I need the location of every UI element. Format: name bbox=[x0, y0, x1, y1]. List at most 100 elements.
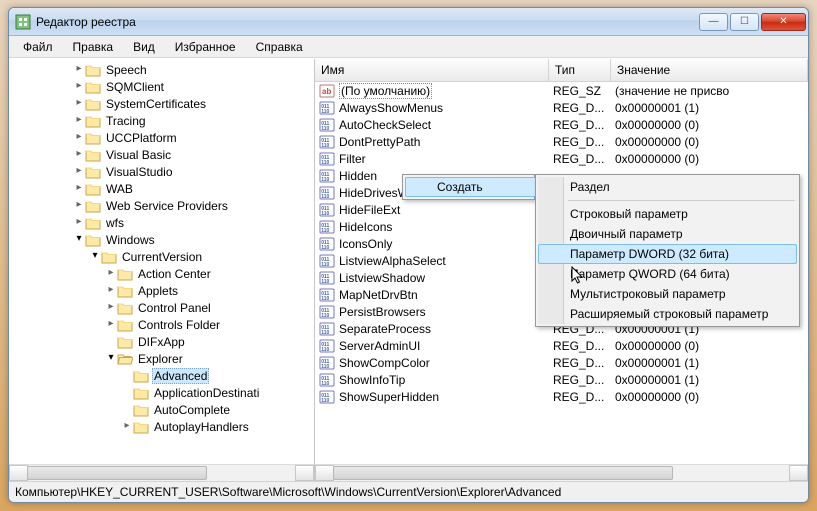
tree-item-label: UCCPlatform bbox=[104, 131, 179, 145]
folder-icon bbox=[133, 420, 149, 434]
tree-item[interactable]: ▸ UCCPlatform bbox=[9, 129, 314, 146]
value-row[interactable]: AutoCheckSelectREG_D...0x00000000 (0) bbox=[315, 116, 808, 133]
submenu-item-string[interactable]: Строковый параметр bbox=[538, 204, 797, 224]
tree-item-label: AutoComplete bbox=[152, 403, 232, 417]
value-name: ListviewAlphaSelect bbox=[339, 254, 446, 268]
column-name[interactable]: Имя bbox=[315, 59, 549, 81]
value-type: REG_D... bbox=[549, 339, 611, 353]
tree-item[interactable]: AutoComplete bbox=[9, 401, 314, 418]
twisty-open-icon[interactable]: ▾ bbox=[105, 352, 117, 363]
submenu-item-expandstring[interactable]: Расширяемый строковый параметр bbox=[538, 304, 797, 324]
value-row[interactable]: ServerAdminUIREG_D...0x00000000 (0) bbox=[315, 337, 808, 354]
folder-icon bbox=[101, 250, 117, 264]
tree-item[interactable]: ▸wfs bbox=[9, 214, 314, 231]
twisty-closed-icon[interactable]: ▸ bbox=[105, 284, 117, 295]
value-row[interactable]: ShowCompColorREG_D...0x00000001 (1) bbox=[315, 354, 808, 371]
submenu-item-qword[interactable]: Параметр QWORD (64 бита) bbox=[538, 264, 797, 284]
value-row[interactable]: AlwaysShowMenusREG_D...0x00000001 (1) bbox=[315, 99, 808, 116]
tree-item[interactable]: ▸Action Center bbox=[9, 265, 314, 282]
submenu-item-key[interactable]: Раздел bbox=[538, 177, 797, 197]
twisty-open-icon[interactable]: ▾ bbox=[73, 233, 85, 244]
value-data: 0x00000000 (0) bbox=[611, 118, 808, 132]
submenu-item-dword[interactable]: Параметр DWORD (32 бита) bbox=[538, 244, 797, 264]
menu-view[interactable]: Вид bbox=[123, 37, 165, 57]
twisty-closed-icon[interactable]: ▸ bbox=[73, 80, 85, 91]
value-type: REG_D... bbox=[549, 390, 611, 404]
value-data: 0x00000001 (1) bbox=[611, 373, 808, 387]
menu-help[interactable]: Справка bbox=[246, 37, 313, 57]
menu-favorites[interactable]: Избранное bbox=[165, 37, 246, 57]
tree-item[interactable]: ▸Controls Folder bbox=[9, 316, 314, 333]
twisty-closed-icon[interactable]: ▸ bbox=[73, 63, 85, 74]
value-row[interactable]: DontPrettyPathREG_D...0x00000000 (0) bbox=[315, 133, 808, 150]
value-binary-icon bbox=[319, 321, 335, 337]
twisty-closed-icon[interactable]: ▸ bbox=[105, 267, 117, 278]
submenu-item-binary[interactable]: Двоичный параметр bbox=[538, 224, 797, 244]
tree-item[interactable]: ▸SystemCertificates bbox=[9, 95, 314, 112]
tree-item[interactable]: ▸AutoplayHandlers bbox=[9, 418, 314, 435]
value-binary-icon bbox=[319, 355, 335, 371]
value-row[interactable]: FilterREG_D...0x00000000 (0) bbox=[315, 150, 808, 167]
twisty-closed-icon[interactable]: ▸ bbox=[105, 318, 117, 329]
value-row[interactable]: ShowInfoTipREG_D...0x00000001 (1) bbox=[315, 371, 808, 388]
menu-file[interactable]: Файл bbox=[13, 37, 63, 57]
titlebar[interactable]: Редактор реестра ― ☐ ✕ bbox=[9, 8, 808, 36]
tree-item[interactable]: ▸Web Service Providers bbox=[9, 197, 314, 214]
twisty-closed-icon[interactable]: ▸ bbox=[73, 165, 85, 176]
tree-item[interactable]: ▾Explorer bbox=[9, 350, 314, 367]
value-string-icon bbox=[319, 83, 335, 99]
column-type[interactable]: Тип bbox=[549, 59, 611, 81]
tree-item[interactable]: ▾CurrentVersion bbox=[9, 248, 314, 265]
twisty-closed-icon[interactable]: ▸ bbox=[105, 301, 117, 312]
submenu-label: Строковый параметр bbox=[570, 207, 688, 221]
tree-item-label: Advanced bbox=[152, 368, 209, 384]
twisty-closed-icon[interactable]: ▸ bbox=[73, 97, 85, 108]
twisty-closed-icon[interactable]: ▸ bbox=[73, 131, 85, 142]
close-button[interactable]: ✕ bbox=[761, 13, 806, 31]
menu-edit[interactable]: Правка bbox=[63, 37, 124, 57]
tree-item[interactable]: ▸WAB bbox=[9, 180, 314, 197]
value-row[interactable]: (По умолчанию)REG_SZ(значение не присво bbox=[315, 82, 808, 99]
twisty-closed-icon[interactable]: ▸ bbox=[121, 420, 133, 431]
twisty-closed-icon[interactable]: ▸ bbox=[73, 148, 85, 159]
value-data: 0x00000000 (0) bbox=[611, 390, 808, 404]
value-type: REG_D... bbox=[549, 135, 611, 149]
minimize-button[interactable]: ― bbox=[699, 13, 728, 31]
list-header: Имя Тип Значение bbox=[315, 59, 808, 82]
tree-item-label: Tracing bbox=[104, 114, 148, 128]
value-type: REG_SZ bbox=[549, 84, 611, 98]
twisty-closed-icon[interactable]: ▸ bbox=[73, 216, 85, 227]
tree-item[interactable]: ▸Control Panel bbox=[9, 299, 314, 316]
statusbar-path: Компьютер\HKEY_CURRENT_USER\Software\Mic… bbox=[15, 485, 561, 499]
twisty-closed-icon[interactable]: ▸ bbox=[73, 114, 85, 125]
tree-item[interactable]: DIFxApp bbox=[9, 333, 314, 350]
maximize-button[interactable]: ☐ bbox=[730, 13, 759, 31]
twisty-closed-icon[interactable]: ▸ bbox=[73, 182, 85, 193]
tree-item[interactable]: Advanced bbox=[9, 367, 314, 384]
value-row[interactable]: ShowSuperHiddenREG_D...0x00000000 (0) bbox=[315, 388, 808, 405]
tree-item[interactable]: ▸Speech bbox=[9, 61, 314, 78]
folder-icon bbox=[117, 267, 133, 281]
tree-item[interactable]: ▸ Tracing bbox=[9, 112, 314, 129]
twisty-open-icon[interactable]: ▾ bbox=[89, 250, 101, 261]
twisty-closed-icon[interactable]: ▸ bbox=[73, 199, 85, 210]
submenu-label: Параметр DWORD (32 бита) bbox=[570, 247, 729, 261]
value-name: PersistBrowsers bbox=[339, 305, 426, 319]
value-type: REG_D... bbox=[549, 373, 611, 387]
submenu-item-multistring[interactable]: Мультистроковый параметр bbox=[538, 284, 797, 304]
tree-item[interactable]: ▸Applets bbox=[9, 282, 314, 299]
tree-item[interactable]: ▾Windows bbox=[9, 231, 314, 248]
value-name: HideIcons bbox=[339, 220, 392, 234]
tree-item[interactable]: ▸SQMClient bbox=[9, 78, 314, 95]
registry-tree[interactable]: ▸Speech▸SQMClient▸SystemCertificates▸Tra… bbox=[9, 59, 314, 464]
submenu-label: Мультистроковый параметр bbox=[570, 287, 726, 301]
tree-item[interactable]: ▸Visual Basic bbox=[9, 146, 314, 163]
column-data[interactable]: Значение bbox=[611, 59, 808, 81]
tree-item[interactable]: ApplicationDestinati bbox=[9, 384, 314, 401]
tree-item[interactable]: ▸VisualStudio bbox=[9, 163, 314, 180]
tree-horizontal-scrollbar[interactable] bbox=[9, 464, 314, 481]
value-data: 0x00000001 (1) bbox=[611, 356, 808, 370]
context-menu-label: Создать bbox=[437, 180, 483, 194]
list-horizontal-scrollbar[interactable] bbox=[315, 464, 808, 481]
statusbar: Компьютер\HKEY_CURRENT_USER\Software\Mic… bbox=[9, 481, 808, 502]
